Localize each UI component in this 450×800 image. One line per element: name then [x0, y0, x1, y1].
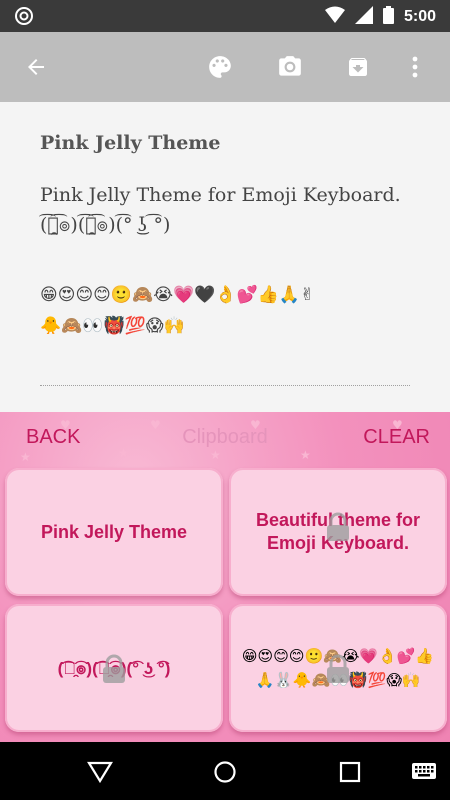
clipboard-item[interactable]: Pink Jelly Theme [5, 468, 223, 596]
note-kaomoji: (͡๏̯͡๏)(͡๏̯͡๏)(͡° ͜ʖ ͡°) [40, 214, 171, 236]
back-button[interactable]: BACK [26, 426, 80, 449]
note-editor[interactable]: Pink Jelly Theme Pink Jelly Theme for Em… [0, 102, 450, 412]
note-body[interactable]: Pink Jelly Theme for Emoji Keyboard. (͡๏… [40, 180, 420, 240]
back-arrow-icon[interactable] [21, 52, 51, 82]
navigation-bar [0, 742, 450, 800]
camera-icon[interactable] [275, 52, 305, 82]
status-bar: 5:00 [0, 0, 450, 32]
clipboard-item[interactable]: (͡๏̯͡๏)(͡๏̯͡๏)(͡° ͜ʖ ͡°) [5, 604, 223, 732]
lock-icon [103, 654, 125, 683]
sync-icon [14, 6, 34, 30]
lock-icon [327, 654, 349, 683]
archive-icon[interactable] [343, 52, 373, 82]
wifi-icon [324, 6, 345, 28]
clock: 5:00 [403, 8, 436, 25]
note-body-text: Pink Jelly Theme for Emoji Keyboard. [40, 184, 401, 206]
keyboard-clipboard-panel: ♥ ★ ★ ♥ ★ ♥ ♥ ★ Clipboard BACK CLEAR Pin… [0, 412, 450, 742]
toolbar [0, 32, 450, 102]
keyboard-icon[interactable] [410, 758, 438, 786]
divider [40, 385, 410, 386]
palette-icon[interactable] [205, 52, 235, 82]
clipboard-item-text: Pink Jelly Theme [40, 521, 188, 542]
note-emoji-line: 😁😍😊😊🙂🙈😭💗🖤👌💕👍🙏✌ [40, 285, 315, 305]
clipboard-item[interactable]: Beautiful theme for Emoji Keyboard. [229, 468, 447, 596]
note-emoji: 😁😍😊😊🙂🙈😭💗🖤👌💕👍🙏✌ 🐥🙈👀👹💯😱🙌 [40, 280, 400, 342]
note-title[interactable]: Pink Jelly Theme [40, 132, 221, 154]
clear-button[interactable]: CLEAR [363, 426, 430, 449]
more-vert-icon[interactable] [400, 52, 430, 82]
lock-icon [327, 512, 349, 541]
clipboard-item[interactable]: 😁😍😊😊🙂🙈😭💗👌💕👍🙏🐰🐥🙈👀👹💯😱🙌 [229, 604, 447, 732]
nav-recents-icon[interactable] [336, 758, 364, 786]
battery-icon [382, 6, 394, 28]
note-emoji-line: 🐥🙈👀👹💯😱🙌 [40, 316, 185, 336]
signal-icon [354, 6, 373, 28]
clipboard-header: Clipboard BACK CLEAR [0, 412, 450, 464]
nav-back-icon[interactable] [86, 758, 114, 786]
nav-home-icon[interactable] [211, 758, 239, 786]
